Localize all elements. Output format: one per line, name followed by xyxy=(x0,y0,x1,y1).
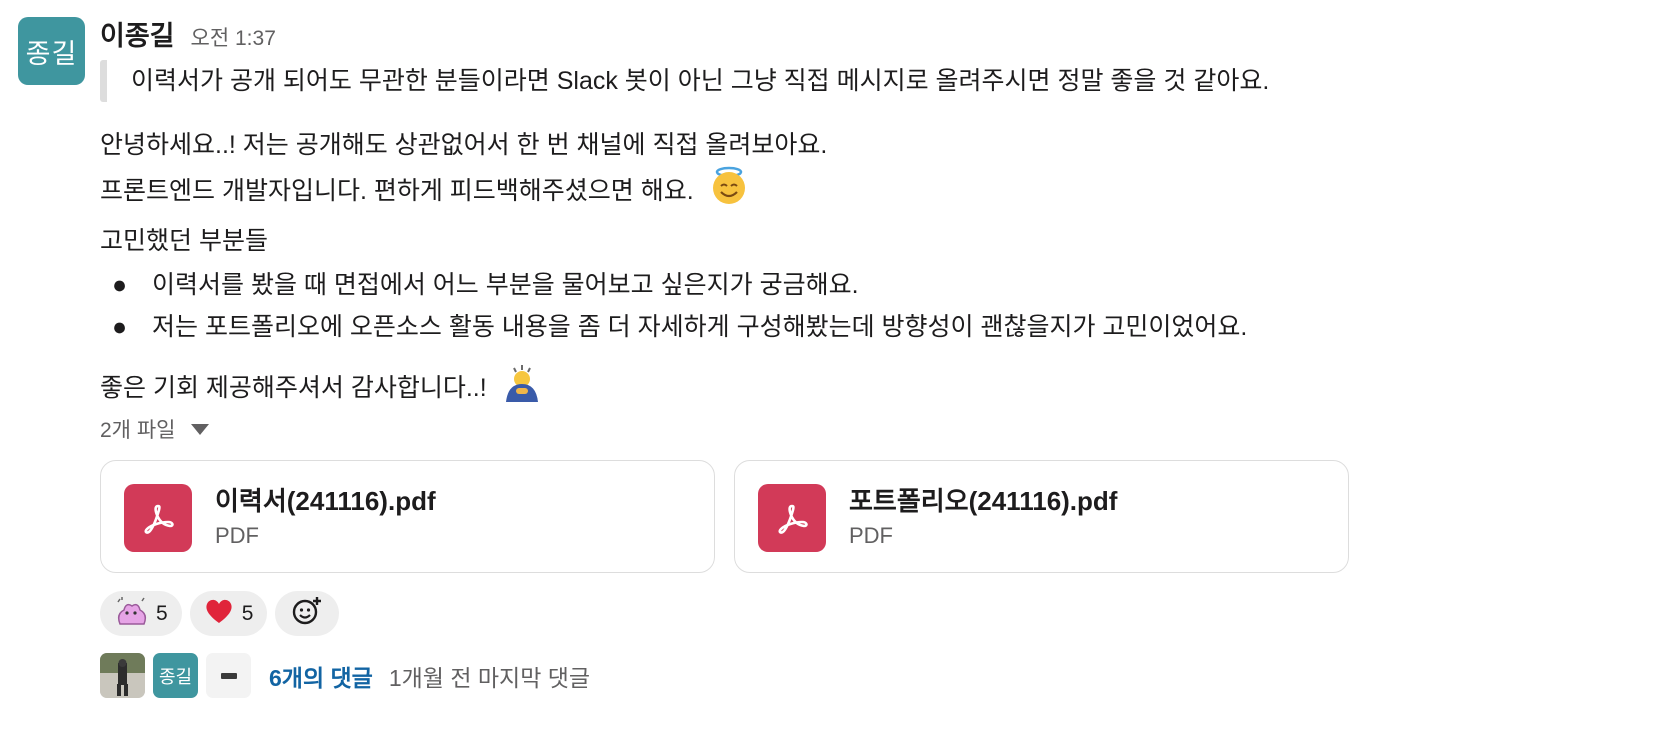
file-name[interactable]: 이력서(241116).pdf xyxy=(215,481,436,518)
bullet-dot-icon: ● xyxy=(112,271,128,299)
reaction-count: 5 xyxy=(156,601,168,625)
caret-down-icon xyxy=(191,423,210,435)
pdf-icon xyxy=(124,484,192,552)
message-header: 이종길 오전 1:37 xyxy=(100,14,276,54)
replier-avatar-photo[interactable] xyxy=(100,653,145,698)
dash-icon xyxy=(220,672,237,679)
blockquote: 이력서가 공개 되어도 무관한 분들이라면 Slack 봇이 아닌 그냥 직접 … xyxy=(100,60,1269,102)
files-toggle[interactable]: 2개 파일 xyxy=(100,414,210,444)
files-toggle-label: 2개 파일 xyxy=(100,419,176,442)
bullet-text: 이력서를 봤을 때 면접에서 어느 부분을 물어보고 싶은지가 궁금해요. xyxy=(152,271,859,299)
quote-text: 이력서가 공개 되어도 무관한 분들이라면 Slack 봇이 아닌 그냥 직접 … xyxy=(131,67,1270,95)
last-reply-time: 1개월 전 마지막 댓글 xyxy=(388,664,591,691)
file-card[interactable]: 포트폴리오(241116).pdf PDF xyxy=(734,460,1349,573)
reaction-pink-blob[interactable]: 5 xyxy=(100,591,182,636)
reaction-count: 5 xyxy=(241,601,254,625)
file-name[interactable]: 포트폴리오(241116).pdf xyxy=(849,481,1117,518)
smiling-face-with-halo-icon xyxy=(709,166,749,219)
bullet-text: 저는 포트폴리오에 오픈소스 활동 내용을 좀 더 자세하게 구성해봤는데 방향… xyxy=(152,313,1248,341)
author-avatar-label: 종길 xyxy=(25,38,78,69)
reactions-bar: 5 5 xyxy=(100,591,340,636)
bullet-dot-icon: ● xyxy=(112,313,128,341)
reaction-heart[interactable]: 5 xyxy=(189,591,268,636)
replier-avatar-placeholder[interactable] xyxy=(206,653,251,698)
red-heart-icon xyxy=(204,597,234,631)
intro-paragraph: 안녕하세요..! 저는 공개해도 상관없어서 한 번 채널에 직접 올려보아요.… xyxy=(100,124,827,219)
file-card[interactable]: 이력서(241116).pdf PDF xyxy=(100,460,715,573)
closing-paragraph: 좋은 기회 제공해주셔서 감사합니다..! xyxy=(100,362,544,417)
author-name[interactable]: 이종길 xyxy=(100,14,175,53)
file-type: PDF xyxy=(215,523,259,548)
bullet-list: ● 이력서를 봤을 때 면접에서 어느 부분을 물어보고 싶은지가 궁금해요. … xyxy=(112,264,1247,348)
list-item: ● 저는 포트폴리오에 오픈소스 활동 내용을 좀 더 자세하게 구성해봤는데 … xyxy=(112,306,1247,348)
pink-blob-emoji-icon xyxy=(114,596,148,632)
add-reaction-button[interactable] xyxy=(275,591,340,636)
message-timestamp[interactable]: 오전 1:37 xyxy=(191,22,276,52)
add-reaction-icon xyxy=(291,595,323,633)
file-type: PDF xyxy=(849,523,893,548)
list-item: ● 이력서를 봤을 때 면접에서 어느 부분을 물어보고 싶은지가 궁금해요. xyxy=(112,264,1247,306)
person-bowing-icon xyxy=(502,362,544,417)
replier-avatar[interactable]: 종길 xyxy=(153,653,198,698)
replier-avatar-label: 종길 xyxy=(158,666,193,687)
intro-line-1: 안녕하세요..! 저는 공개해도 상관없어서 한 번 채널에 직접 올려보아요. xyxy=(100,131,828,159)
author-avatar[interactable]: 종길 xyxy=(18,17,85,85)
section-title: 고민했던 부분들 xyxy=(100,227,268,255)
intro-line-2: 프론트엔드 개발자입니다. 편하게 피드백해주셨으면 해요. xyxy=(100,166,827,219)
pdf-icon xyxy=(758,484,826,552)
thread-summary[interactable]: 종길 6개의 댓글 1개월 전 마지막 댓글 xyxy=(100,653,590,698)
reply-count-link[interactable]: 6개의 댓글 xyxy=(269,659,373,693)
